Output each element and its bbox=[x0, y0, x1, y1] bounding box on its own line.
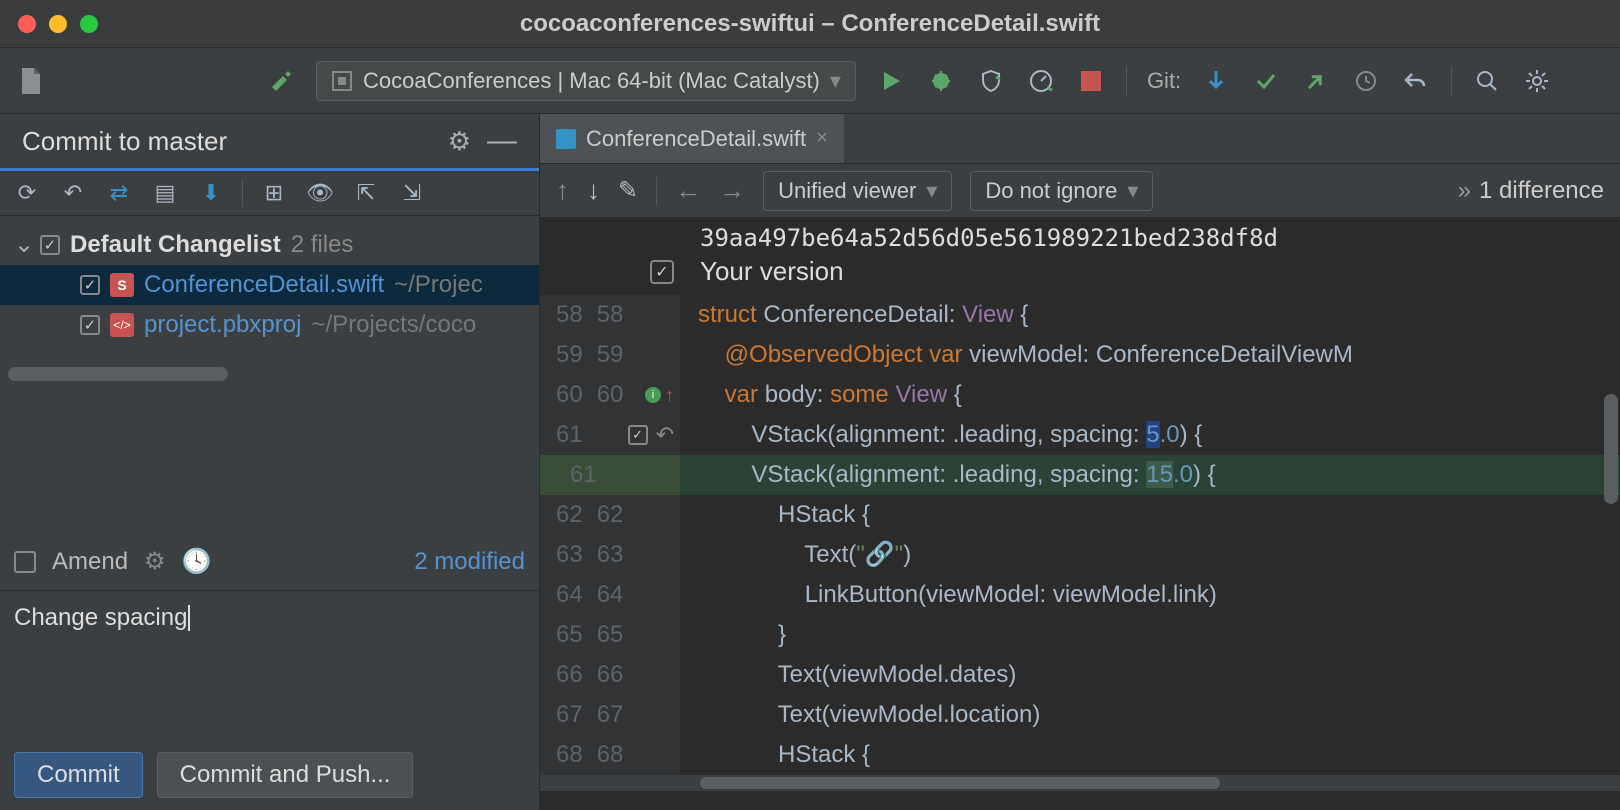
dropdown-icon: ▾ bbox=[830, 68, 841, 94]
run-icon[interactable] bbox=[876, 70, 906, 92]
minimize-icon[interactable]: — bbox=[487, 124, 517, 158]
code-line: 6767 Text(viewModel.location) bbox=[540, 695, 1620, 735]
main-toolbar: CocoaConferences | Mac 64-bit (Mac Catal… bbox=[0, 48, 1620, 114]
target-icon bbox=[331, 70, 353, 92]
ignore-mode-select[interactable]: Do not ignore▾ bbox=[970, 171, 1153, 211]
diff-code[interactable]: 5858struct ConferenceDetail: View {5959 … bbox=[540, 295, 1620, 775]
commit-toolbar: ⟳ ↶ ⇄ ▤ ⬇ ⊞ 👁 ⇱ ⇲ bbox=[0, 171, 539, 216]
stop-icon[interactable] bbox=[1076, 71, 1106, 91]
code-line: 61 VStack(alignment: .leading, spacing: … bbox=[540, 455, 1620, 495]
rollback-icon[interactable]: ↶ bbox=[58, 180, 88, 206]
editor-horizontal-scrollbar[interactable] bbox=[540, 775, 1620, 791]
edit-icon[interactable]: ✎ bbox=[618, 176, 638, 205]
group-icon[interactable]: ⊞ bbox=[259, 180, 289, 206]
history-icon[interactable]: 🕓 bbox=[182, 547, 212, 576]
back-icon[interactable]: ← bbox=[675, 175, 701, 206]
amend-checkbox[interactable] bbox=[14, 551, 36, 573]
file-checkbox[interactable] bbox=[80, 315, 100, 335]
expand-icon[interactable]: » bbox=[1458, 177, 1471, 204]
file-icon[interactable] bbox=[16, 67, 46, 95]
run-config-selector[interactable]: CocoaConferences | Mac 64-bit (Mac Catal… bbox=[316, 61, 856, 101]
git-history-icon[interactable] bbox=[1351, 69, 1381, 93]
swift-file-icon bbox=[556, 129, 576, 149]
code-line: 6363 Text("🔗") bbox=[540, 535, 1620, 575]
code-line: 5959 @ObservedObject var viewModel: Conf… bbox=[540, 335, 1620, 375]
code-line: 5858struct ConferenceDetail: View { bbox=[540, 295, 1620, 335]
file-type-icon: S bbox=[110, 273, 134, 297]
settings-icon[interactable] bbox=[1522, 68, 1552, 94]
commit-message-input[interactable]: Change spacing bbox=[0, 590, 539, 740]
editor-tabs: ConferenceDetail.swift × bbox=[540, 114, 1620, 164]
file-name: ConferenceDetail.swift bbox=[144, 271, 384, 299]
shelve-icon[interactable]: ⬇ bbox=[196, 180, 226, 206]
chevron-down-icon: ⌄ bbox=[14, 230, 30, 259]
commit-panel: Commit to master ⚙ — ⟳ ↶ ⇄ ▤ ⬇ ⊞ 👁 ⇱ ⇲ ⌄… bbox=[0, 114, 540, 810]
changelist-checkbox[interactable] bbox=[40, 235, 60, 255]
viewer-mode-select[interactable]: Unified viewer▾ bbox=[763, 171, 952, 211]
expand-icon[interactable]: ⇱ bbox=[351, 180, 381, 206]
file-row[interactable]: S ConferenceDetail.swift ~/Projec bbox=[0, 265, 539, 305]
code-line: 6666 Text(viewModel.dates) bbox=[540, 655, 1620, 695]
code-line: 6464 LinkButton(viewModel: viewModel.lin… bbox=[540, 575, 1620, 615]
your-version-checkbox[interactable] bbox=[650, 260, 674, 284]
amend-label: Amend bbox=[52, 548, 128, 576]
commit-button[interactable]: Commit bbox=[14, 752, 143, 798]
changelist-count: 2 files bbox=[291, 231, 354, 259]
window-title: cocoaconferences-swiftui – ConferenceDet… bbox=[0, 10, 1620, 38]
code-line: 6868 HStack { bbox=[540, 735, 1620, 775]
changelist-name: Default Changelist bbox=[70, 231, 281, 259]
hammer-icon[interactable] bbox=[266, 67, 296, 95]
file-type-icon: </> bbox=[110, 313, 134, 337]
git-update-icon[interactable] bbox=[1201, 69, 1231, 93]
file-checkbox[interactable] bbox=[80, 275, 100, 295]
forward-icon[interactable]: → bbox=[719, 175, 745, 206]
editor-panel: ConferenceDetail.swift × ↑ ↓ ✎ ← → Unifi… bbox=[540, 114, 1620, 810]
tab-label: ConferenceDetail.swift bbox=[586, 126, 806, 152]
debug-icon[interactable] bbox=[926, 68, 956, 94]
changelist-header[interactable]: ⌄ Default Changelist 2 files bbox=[0, 224, 539, 265]
code-line: 61↶ VStack(alignment: .leading, spacing:… bbox=[540, 415, 1620, 455]
code-line: 6060i↑ var body: some View { bbox=[540, 375, 1620, 415]
commit-options-gear-icon[interactable]: ⚙ bbox=[144, 547, 166, 576]
git-push-icon[interactable] bbox=[1301, 69, 1331, 93]
difference-count: 1 difference bbox=[1479, 177, 1604, 204]
collapse-icon[interactable]: ⇲ bbox=[397, 180, 427, 206]
refresh-icon[interactable]: ⟳ bbox=[12, 180, 42, 206]
search-icon[interactable] bbox=[1472, 69, 1502, 93]
gear-icon[interactable]: ⚙ bbox=[448, 126, 471, 157]
next-diff-icon[interactable]: ↓ bbox=[587, 175, 600, 206]
file-name: project.pbxproj bbox=[144, 311, 301, 339]
editor-vertical-scrollbar[interactable] bbox=[1604, 394, 1618, 504]
file-path: ~/Projects/coco bbox=[311, 311, 476, 339]
modified-count: 2 modified bbox=[414, 548, 525, 576]
changelist-icon[interactable]: ▤ bbox=[150, 180, 180, 206]
code-line: 6262 HStack { bbox=[540, 495, 1620, 535]
commit-panel-title: Commit to master bbox=[22, 126, 227, 157]
commit-and-push-button[interactable]: Commit and Push... bbox=[157, 752, 414, 798]
profile-icon[interactable] bbox=[1026, 68, 1056, 94]
git-commit-icon[interactable] bbox=[1251, 69, 1281, 93]
file-row[interactable]: </> project.pbxproj ~/Projects/coco bbox=[0, 305, 539, 345]
preview-icon[interactable]: 👁 bbox=[305, 180, 335, 206]
prev-diff-icon[interactable]: ↑ bbox=[556, 175, 569, 206]
coverage-icon[interactable] bbox=[976, 69, 1006, 93]
diff-icon[interactable]: ⇄ bbox=[104, 180, 134, 206]
code-line: 6565 } bbox=[540, 615, 1620, 655]
git-label: Git: bbox=[1147, 68, 1181, 94]
revert-icon[interactable]: ↶ bbox=[656, 415, 674, 455]
file-path: ~/Projec bbox=[394, 271, 483, 299]
close-tab-icon[interactable]: × bbox=[816, 127, 828, 150]
include-line-checkbox[interactable] bbox=[628, 425, 648, 445]
commit-hash: 39aa497be64a52d56d05e561989221bed238df8d bbox=[540, 218, 1620, 254]
your-version-label: Your version bbox=[700, 256, 844, 287]
git-rollback-icon[interactable] bbox=[1401, 69, 1431, 93]
title-bar: cocoaconferences-swiftui – ConferenceDet… bbox=[0, 0, 1620, 48]
run-config-label: CocoaConferences | Mac 64-bit (Mac Catal… bbox=[363, 68, 820, 94]
diff-toolbar: ↑ ↓ ✎ ← → Unified viewer▾ Do not ignore▾… bbox=[540, 164, 1620, 218]
editor-tab[interactable]: ConferenceDetail.swift × bbox=[540, 114, 844, 163]
horizontal-scrollbar[interactable] bbox=[8, 367, 531, 381]
